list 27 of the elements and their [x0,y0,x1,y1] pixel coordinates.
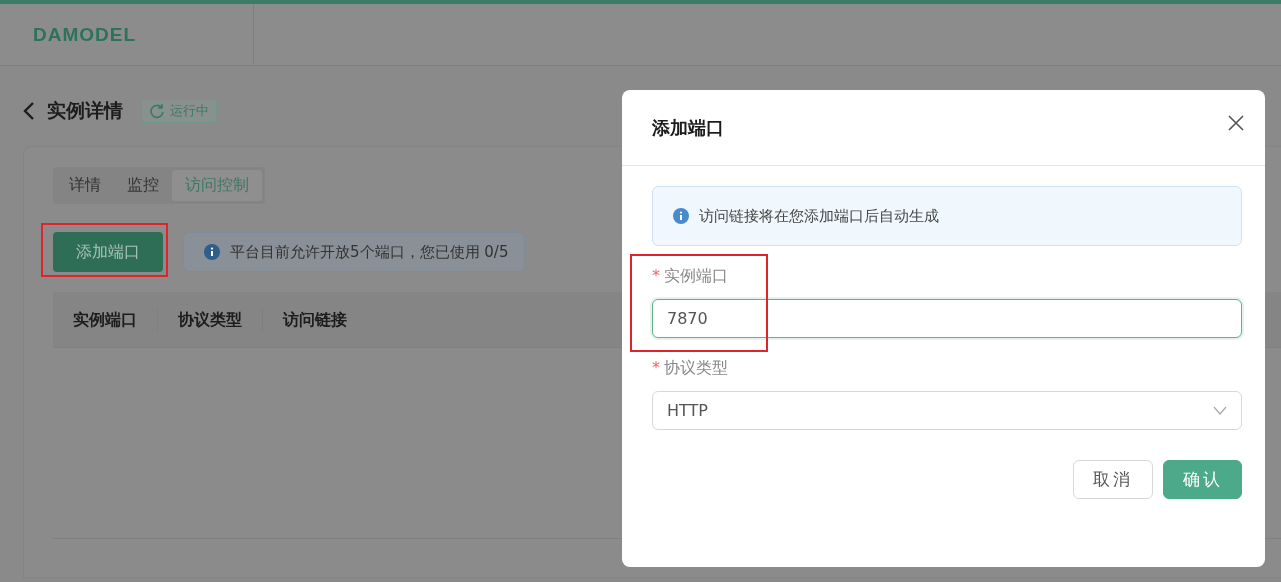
chevron-down-icon [1213,406,1227,415]
column-header: 协议类型 [157,308,262,331]
required-mark: * [652,266,660,287]
status-label: 运行中 [170,102,209,120]
back-icon[interactable] [23,101,35,121]
info-icon [673,208,689,224]
protocol-select[interactable]: HTTP [652,391,1242,430]
port-input[interactable]: 7870 [652,299,1242,338]
add-port-button[interactable]: 添加端口 [53,232,163,272]
cancel-button[interactable]: 取消 [1073,460,1153,499]
field-label: 实例端口 [664,266,728,287]
refresh-icon [149,103,165,119]
dialog-title: 添加端口 [652,115,724,140]
close-icon[interactable] [1227,113,1245,132]
logo: DAMODEL [33,23,137,46]
confirm-button[interactable]: 确认 [1163,460,1242,499]
field-label: 协议类型 [664,358,728,379]
column-header: 实例端口 [72,308,138,331]
tab[interactable]: 监控 [114,170,172,201]
info-icon [204,244,220,260]
select-value: HTTP [667,401,708,420]
column-header: 访问链接 [262,308,367,331]
required-mark: * [652,358,660,379]
page-title: 实例详情 [47,98,123,123]
notice-text: 访问链接将在您添加端口后自动生成 [699,206,939,226]
notice-text: 平台目前允许开放5个端口，您已使用 0/5 [230,242,509,262]
tab[interactable]: 详情 [56,170,114,201]
